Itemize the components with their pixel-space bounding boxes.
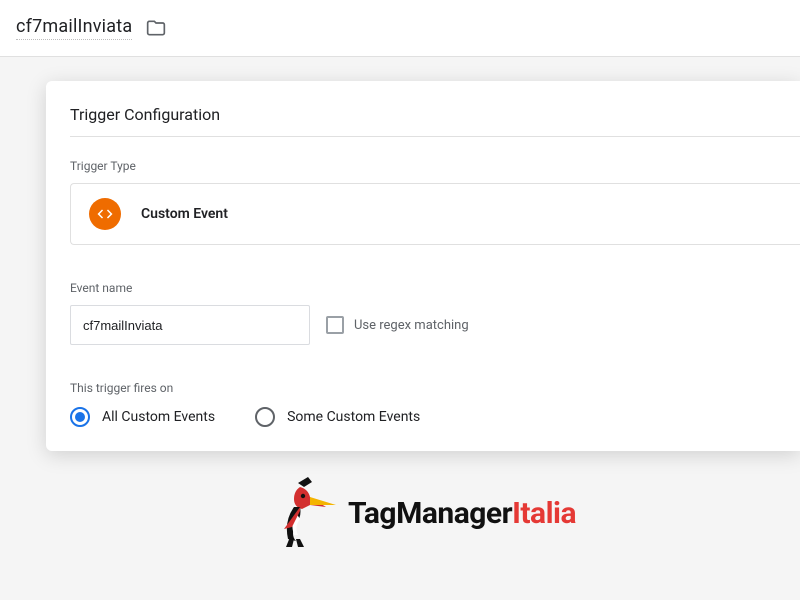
card-title: Trigger Configuration (70, 105, 800, 124)
radio-button-icon (255, 407, 275, 427)
fires-on-label: This trigger fires on (70, 381, 800, 395)
radio-button-icon (70, 407, 90, 427)
radio-all-events[interactable]: All Custom Events (70, 407, 215, 427)
brand-text: TagManagerItalia (348, 496, 576, 531)
trigger-type-label: Trigger Type (70, 159, 800, 173)
card-divider (70, 136, 800, 137)
radio-all-label: All Custom Events (102, 409, 215, 425)
woodpecker-icon (270, 477, 340, 549)
event-name-input[interactable] (70, 305, 310, 345)
code-icon (89, 198, 121, 230)
page-title[interactable]: cf7mailInviata (16, 16, 132, 40)
radio-some-events[interactable]: Some Custom Events (255, 407, 420, 427)
trigger-type-value: Custom Event (141, 206, 228, 222)
radio-some-label: Some Custom Events (287, 409, 420, 425)
folder-icon[interactable] (146, 18, 166, 38)
trigger-config-card: Trigger Configuration Trigger Type Custo… (46, 81, 800, 451)
regex-label: Use regex matching (354, 318, 469, 333)
page-body: Trigger Configuration Trigger Type Custo… (0, 57, 800, 573)
event-name-label: Event name (70, 281, 800, 295)
top-bar: cf7mailInviata (0, 0, 800, 56)
trigger-type-selector[interactable]: Custom Event (70, 183, 800, 245)
brand-logo: TagManagerItalia (46, 477, 800, 549)
regex-checkbox[interactable] (326, 316, 344, 334)
